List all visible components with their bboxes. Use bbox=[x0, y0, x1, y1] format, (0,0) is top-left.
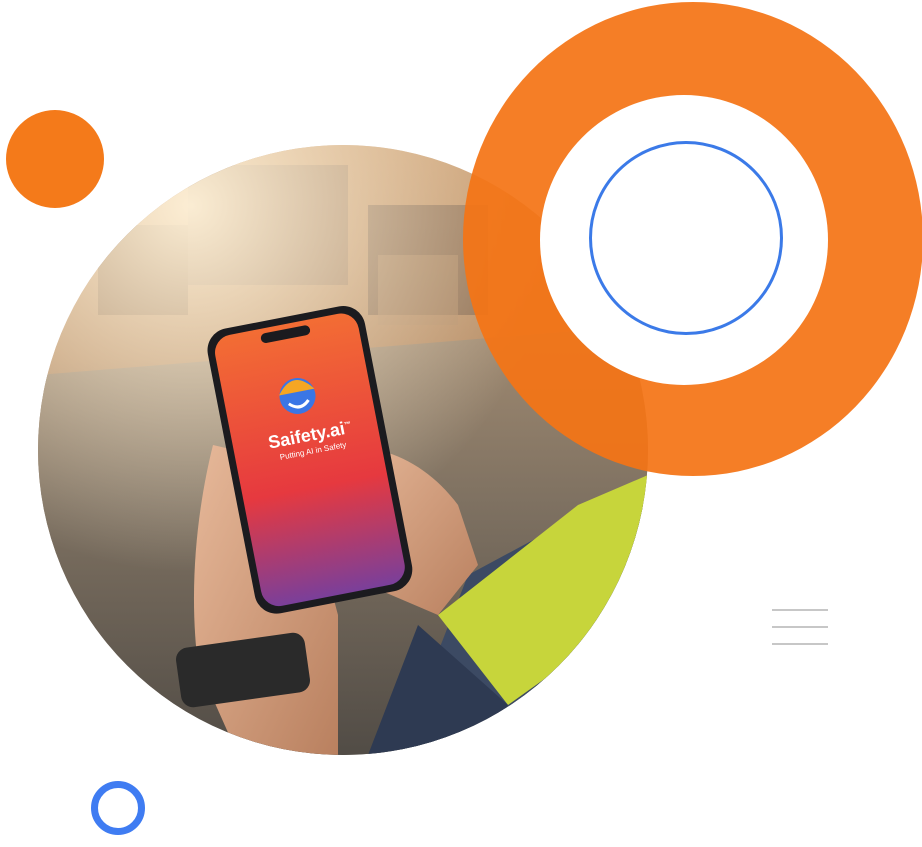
blue-ring-decoration bbox=[589, 141, 783, 335]
orange-dot-decoration bbox=[6, 110, 104, 208]
menu-lines-icon bbox=[772, 609, 828, 649]
blue-ring-decoration-small bbox=[91, 781, 145, 835]
trademark-mark: ™ bbox=[343, 420, 352, 430]
